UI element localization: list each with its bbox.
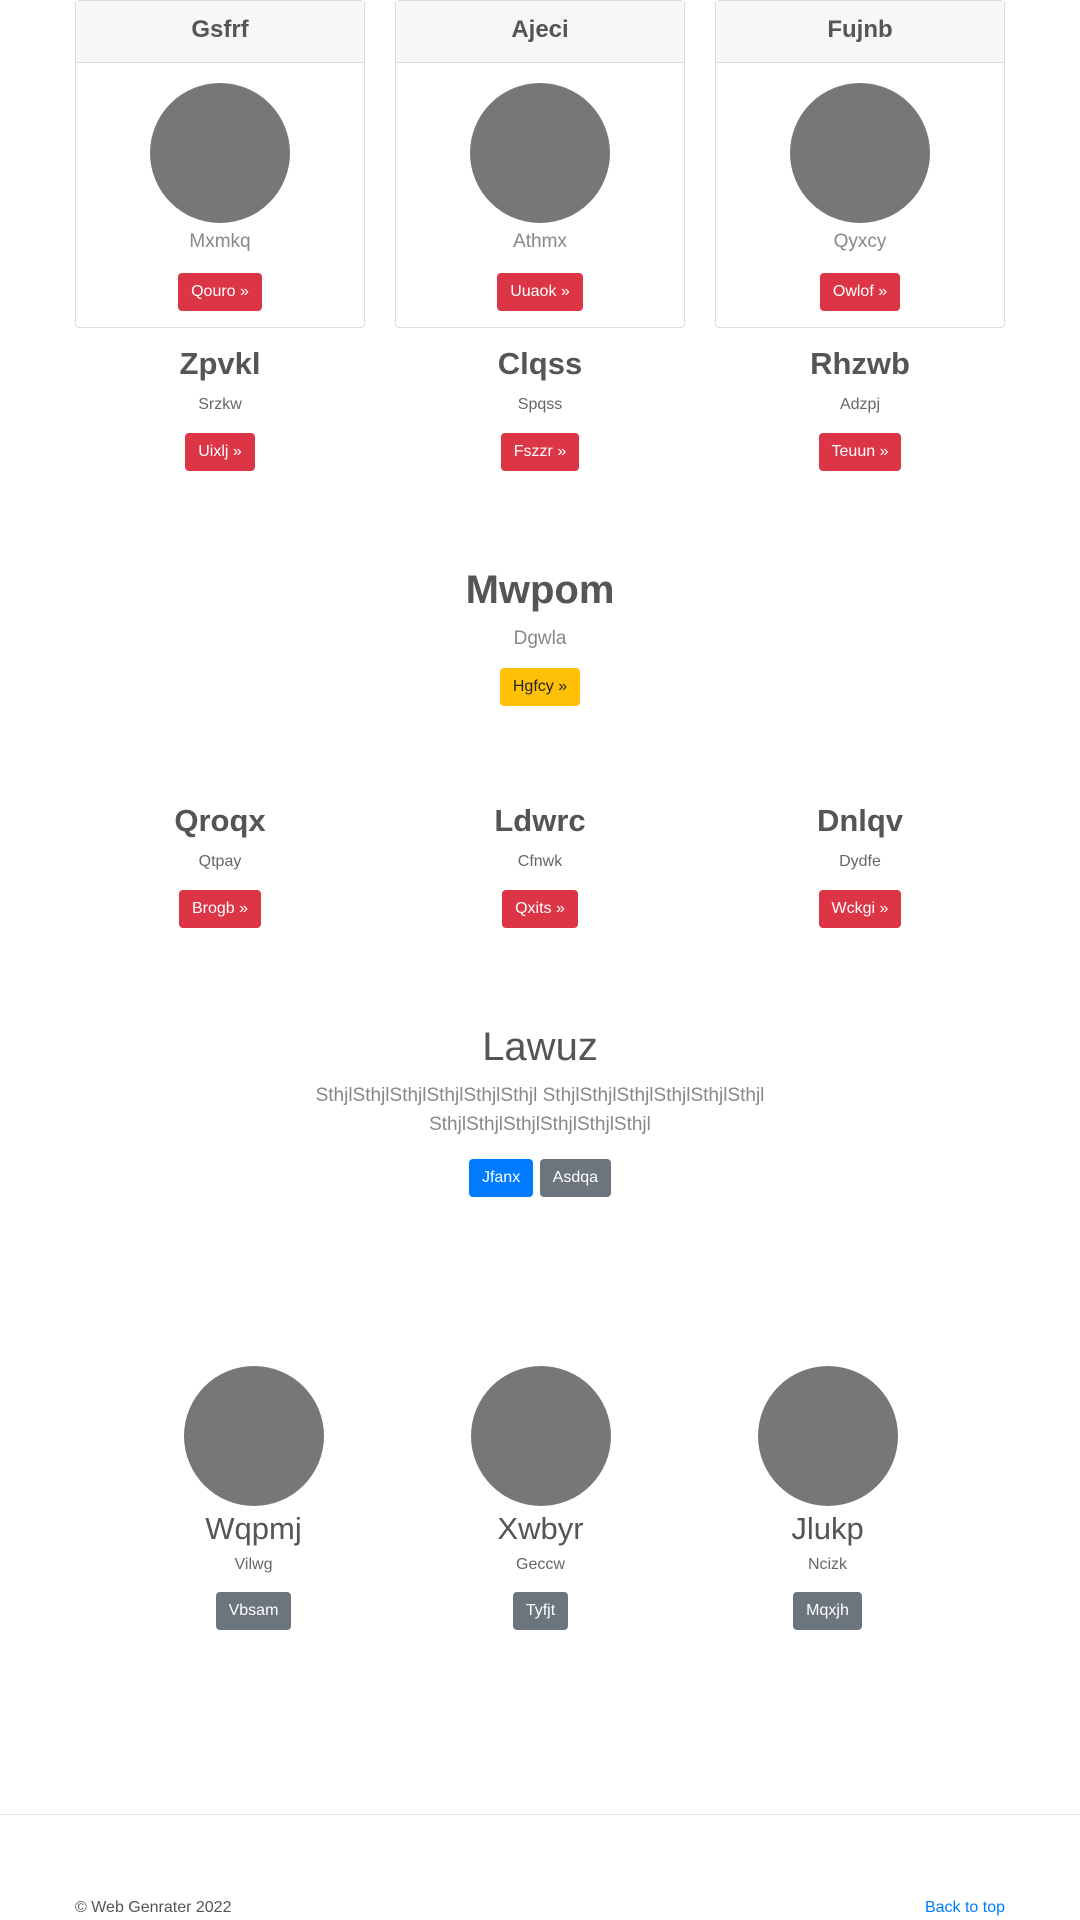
jumbotron-buttons: Jfanx Asdqa: [0, 1159, 1080, 1197]
member-name: Jlukp: [791, 1511, 864, 1546]
column-button[interactable]: Brogb »: [178, 890, 262, 928]
card-subtitle: Athmx: [513, 231, 567, 252]
feature-column: Ldwrc Cfnwk Qxits »: [395, 802, 685, 928]
member-subtitle: Ncizk: [807, 1556, 848, 1573]
card-button[interactable]: Owlof »: [819, 273, 901, 311]
column-title: Ldwrc: [494, 803, 586, 838]
footer-divider: [0, 1814, 1080, 1815]
member-subtitle: Geccw: [516, 1556, 565, 1573]
member-name: Wqpmj: [205, 1511, 302, 1546]
card-subtitle: Qyxcy: [833, 231, 887, 252]
member-subtitle: Vilwg: [234, 1556, 273, 1573]
card-header: Ajeci: [396, 1, 684, 63]
column-title: Clqss: [497, 346, 583, 381]
team-member: Wqpmj Vilwg Vbsam: [110, 1366, 397, 1630]
card: Ajeci Athmx Uuaok »: [395, 0, 685, 328]
avatar: [470, 1366, 611, 1506]
feature-title: Mwpom: [465, 568, 615, 612]
feature-column: Qroqx Qtpay Brogb »: [75, 802, 365, 928]
jumbotron-title: Lawuz: [482, 1025, 598, 1069]
placeholder-image: [790, 83, 930, 223]
feature-column: Dnlqv Dydfe Wckgi »: [715, 802, 1005, 928]
jumbotron: Lawuz SthjlSthjlSthjlSthjlSthjlSthjl Sth…: [0, 1023, 1080, 1197]
member-button[interactable]: Vbsam: [215, 1592, 292, 1630]
card-button[interactable]: Qouro »: [178, 273, 262, 311]
placeholder-image: [150, 83, 290, 223]
member-button[interactable]: Mqxjh: [793, 1592, 862, 1630]
team-member: Xwbyr Geccw Tyfjt: [397, 1366, 684, 1630]
column-button[interactable]: Fszzr »: [500, 433, 580, 471]
card-subtitle: Mxmkq: [189, 231, 251, 252]
secondary-button[interactable]: Asdqa: [539, 1159, 612, 1197]
member-button[interactable]: Tyfjt: [512, 1592, 569, 1630]
column-subtitle: Srzkw: [198, 396, 242, 413]
primary-button[interactable]: Jfanx: [468, 1159, 534, 1197]
team-member: Jlukp Ncizk Mqxjh: [684, 1366, 971, 1630]
avatar: [757, 1366, 898, 1506]
column-subtitle: Spqss: [517, 396, 563, 413]
back-to-top-link[interactable]: Back to top: [925, 1899, 1005, 1917]
card-header: Fujnb: [716, 1, 1004, 63]
column-title: Zpvkl: [179, 346, 261, 381]
footer-copyright: © Web Genrater 2022: [75, 1899, 232, 1916]
avatar: [183, 1366, 324, 1506]
center-feature: Mwpom Dgwla Hgfcy »: [0, 566, 1080, 706]
feature-subtitle: Dgwla: [513, 628, 567, 649]
column-subtitle: Qtpay: [198, 853, 242, 870]
card: Gsfrf Mxmkq Qouro »: [75, 0, 365, 328]
column-button[interactable]: Uixlj »: [185, 433, 255, 471]
card: Fujnb Qyxcy Owlof »: [715, 0, 1005, 328]
feature-column: Zpvkl Srzkw Uixlj »: [75, 345, 365, 471]
column-subtitle: Adzpj: [839, 396, 881, 413]
column-title: Qroqx: [174, 803, 266, 838]
column-title: Rhzwb: [810, 346, 910, 381]
feature-button[interactable]: Hgfcy »: [499, 668, 581, 706]
card-deck: Gsfrf Mxmkq Qouro » Ajeci Athmx Uuaok » …: [75, 0, 1005, 328]
jumbotron-lead: SthjlSthjlSthjlSthjlSthjlSthjl SthjlSthj…: [315, 1085, 765, 1135]
card-button[interactable]: Uuaok »: [497, 273, 583, 311]
column-button[interactable]: Wckgi »: [818, 890, 902, 928]
card-header: Gsfrf: [76, 1, 364, 63]
column-button[interactable]: Qxits »: [502, 890, 578, 928]
column-subtitle: Cfnwk: [517, 853, 563, 870]
column-subtitle: Dydfe: [839, 853, 881, 870]
column-button[interactable]: Teuun »: [818, 433, 902, 471]
team-row: Wqpmj Vilwg Vbsam Xwbyr Geccw Tyfjt Jluk…: [110, 1366, 970, 1656]
member-name: Xwbyr: [497, 1511, 584, 1546]
placeholder-image: [470, 83, 610, 223]
feature-column: Clqss Spqss Fszzr »: [395, 345, 685, 471]
feature-column: Rhzwb Adzpj Teuun »: [715, 345, 1005, 471]
column-title: Dnlqv: [816, 803, 904, 838]
